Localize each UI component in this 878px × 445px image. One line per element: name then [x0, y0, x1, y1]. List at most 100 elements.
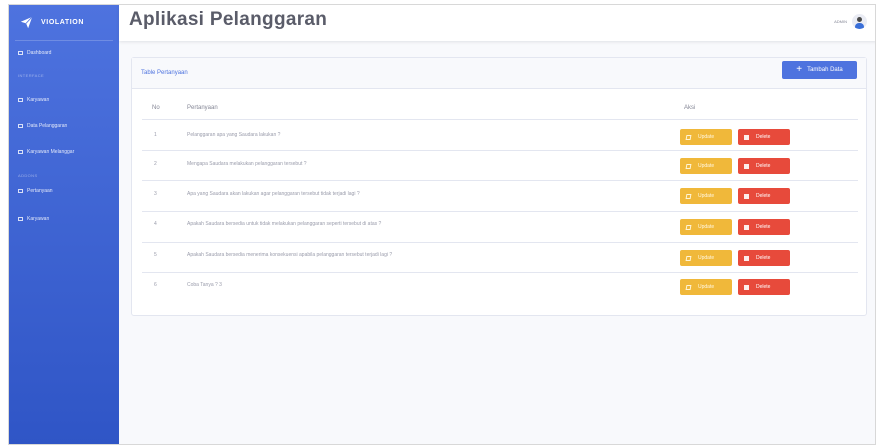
- sidebar-item-label: Karyawan: [27, 216, 50, 222]
- row-actions: Update Delete: [680, 219, 790, 235]
- delete-button[interactable]: Delete: [738, 250, 790, 266]
- trash-icon: [744, 163, 749, 169]
- edit-icon: [685, 163, 692, 169]
- edit-icon: [685, 284, 692, 290]
- row-question: Mengapa Saudara melakukan pelanggaran te…: [187, 161, 307, 167]
- trash-icon: [744, 224, 749, 230]
- sidebar-heading-interface: INTERFACE: [18, 73, 45, 78]
- trash-icon: [744, 134, 749, 140]
- trash-icon: [744, 255, 749, 261]
- row-no: 3: [154, 191, 157, 197]
- row-question: Pelanggaran apa yang Saudara lakukan ?: [187, 132, 281, 138]
- sidebar-item-label: Pertanyaan: [27, 188, 53, 194]
- avatar-body: [855, 23, 864, 29]
- update-label: Update: [698, 284, 715, 290]
- table-icon: [18, 98, 23, 102]
- sidebar-item-data-pelanggaran[interactable]: Data Pelanggaran: [9, 123, 67, 129]
- delete-label: Delete: [756, 255, 771, 261]
- row-question: Apakah Saudara bersedia untuk tidak mela…: [187, 221, 382, 227]
- delete-label: Delete: [756, 284, 771, 290]
- sidebar: VIOLATION Dashboard INTERFACE Karyawan D…: [9, 5, 119, 444]
- update-button[interactable]: Update: [680, 129, 732, 145]
- delete-button[interactable]: Delete: [738, 279, 790, 295]
- sidebar-item-label: Data Pelanggaran: [27, 123, 68, 129]
- brand-name: VIOLATION: [41, 19, 84, 26]
- update-label: Update: [698, 193, 715, 199]
- card-header: Table Pertanyaan + Tambah Data: [132, 58, 866, 89]
- edit-icon: [685, 255, 692, 261]
- add-data-button[interactable]: + Tambah Data: [782, 61, 857, 79]
- delete-button[interactable]: Delete: [738, 129, 790, 145]
- plus-icon: +: [796, 64, 803, 75]
- update-button[interactable]: Update: [680, 250, 732, 266]
- sidebar-divider: [15, 40, 113, 41]
- page-title: Aplikasi Pelanggaran: [129, 9, 328, 30]
- app-frame: VIOLATION Dashboard INTERFACE Karyawan D…: [8, 4, 876, 445]
- delete-button[interactable]: Delete: [738, 188, 790, 204]
- table-icon: [18, 124, 23, 128]
- dashboard-icon: [18, 51, 23, 55]
- add-data-label: Tambah Data: [807, 67, 843, 73]
- row-no: 4: [154, 221, 157, 227]
- row-actions: Update Delete: [680, 279, 790, 295]
- update-label: Update: [698, 224, 715, 230]
- row-divider: [142, 150, 858, 151]
- sidebar-item-karyawan-2[interactable]: Karyawan: [9, 216, 49, 222]
- avatar[interactable]: [852, 14, 867, 29]
- sidebar-heading-addons: ADDONS: [18, 173, 38, 178]
- row-actions: Update Delete: [680, 158, 790, 174]
- paper-plane-icon: [20, 16, 33, 29]
- row-question: Apakah Saudara bersedia menerima konseku…: [187, 252, 393, 258]
- delete-label: Delete: [756, 163, 771, 169]
- sidebar-item-label: Dashboard: [27, 50, 52, 56]
- delete-label: Delete: [756, 224, 771, 230]
- sidebar-item-dashboard[interactable]: Dashboard: [9, 50, 51, 56]
- sidebar-item-karyawan[interactable]: Karyawan: [9, 97, 49, 103]
- delete-label: Delete: [756, 193, 771, 199]
- update-button[interactable]: Update: [680, 158, 732, 174]
- table-icon: [18, 150, 23, 154]
- row-actions: Update Delete: [680, 129, 790, 145]
- row-divider: [142, 180, 858, 181]
- col-header-pertanyaan: Pertanyaan: [187, 105, 218, 111]
- table-icon: [18, 189, 23, 193]
- row-divider: [142, 211, 858, 212]
- delete-button[interactable]: Delete: [738, 219, 790, 235]
- edit-icon: [685, 224, 692, 230]
- update-button[interactable]: Update: [680, 279, 732, 295]
- delete-button[interactable]: Delete: [738, 158, 790, 174]
- row-divider: [142, 272, 858, 273]
- row-no: 2: [154, 161, 157, 167]
- edit-icon: [685, 134, 692, 140]
- sidebar-item-karyawan-melanggar[interactable]: Karyawan Melanggar: [9, 149, 74, 155]
- col-header-no: No: [152, 105, 160, 111]
- edit-icon: [685, 193, 692, 199]
- col-header-aksi: Aksi: [684, 105, 696, 111]
- topbar: Aplikasi Pelanggaran ADMIN: [119, 5, 875, 41]
- table-icon: [18, 217, 23, 221]
- row-question: Coba Tanya ? 3: [187, 282, 222, 288]
- row-actions: Update Delete: [680, 250, 790, 266]
- sidebar-item-label: Karyawan Melanggar: [27, 149, 75, 155]
- questions-card: Table Pertanyaan + Tambah Data No Pertan…: [131, 57, 867, 316]
- update-button[interactable]: Update: [680, 188, 732, 204]
- sidebar-item-label: Karyawan: [27, 97, 50, 103]
- row-no: 5: [154, 252, 157, 258]
- sidebar-item-pertanyaan[interactable]: Pertanyaan: [9, 188, 53, 194]
- trash-icon: [744, 284, 749, 290]
- update-label: Update: [698, 134, 715, 140]
- trash-icon: [744, 193, 749, 199]
- row-actions: Update Delete: [680, 188, 790, 204]
- header-divider: [142, 119, 858, 120]
- update-button[interactable]: Update: [680, 219, 732, 235]
- card-title: Table Pertanyaan: [141, 70, 188, 76]
- row-no: 1: [154, 132, 157, 138]
- row-question: Apa yang Saudara akan lakukan agar pelan…: [187, 191, 360, 197]
- row-no: 6: [154, 282, 157, 288]
- update-label: Update: [698, 163, 715, 169]
- row-divider: [142, 242, 858, 243]
- avatar-head: [857, 17, 862, 22]
- delete-label: Delete: [756, 134, 771, 140]
- user-name[interactable]: ADMIN: [834, 19, 847, 24]
- brand[interactable]: VIOLATION: [9, 5, 119, 40]
